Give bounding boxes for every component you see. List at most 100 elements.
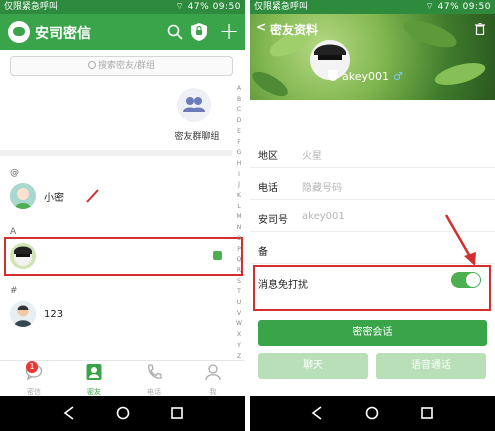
- alphabet-index-letter[interactable]: K: [234, 191, 244, 202]
- alphabet-index-letter[interactable]: P: [234, 245, 244, 256]
- highlight-box: [4, 237, 243, 276]
- app-header: 安司密信 +: [0, 14, 245, 50]
- info-row-region: 地区 火星: [250, 138, 495, 168]
- contact-profile-screen: 仅限紧急呼叫 ⌔ 47% 09:50 < 密友资料 akey001 ♂ 地区 火…: [250, 0, 495, 431]
- chat-button[interactable]: 聊天: [258, 353, 368, 379]
- wifi-icon: ⌔: [175, 2, 185, 12]
- battery-text: 47%: [187, 2, 210, 12]
- carrier-text: 仅限紧急呼叫: [254, 2, 309, 12]
- alphabet-index[interactable]: ABCDEFGHIJKLMNOPQRSTUVWXYZ#: [234, 84, 244, 373]
- nav-back-icon[interactable]: [310, 406, 324, 420]
- avatar: [10, 183, 36, 209]
- group-chat-button[interactable]: [174, 88, 214, 122]
- add-icon[interactable]: +: [219, 17, 239, 45]
- alphabet-index-letter[interactable]: O: [234, 234, 244, 245]
- app-logo-icon: [8, 21, 30, 43]
- alphabet-index-letter[interactable]: U: [234, 298, 244, 309]
- nav-home-icon[interactable]: [365, 406, 379, 420]
- alphabet-index-letter[interactable]: C: [234, 105, 244, 116]
- clock-text: 09:50: [462, 2, 491, 12]
- alphabet-index-letter[interactable]: Q: [234, 255, 244, 266]
- carrier-text: 仅限紧急呼叫: [4, 2, 59, 12]
- shield-icon[interactable]: [190, 22, 208, 42]
- info-label: 地区: [258, 151, 278, 162]
- section-header-at: @: [10, 168, 19, 178]
- spacer: [250, 100, 495, 138]
- status-bar: 仅限紧急呼叫 ⌔ 47% 09:50: [0, 0, 245, 14]
- section-header-a: A: [10, 227, 17, 237]
- voice-call-button[interactable]: 语音通话: [376, 353, 486, 379]
- arrow-icon: [86, 189, 99, 203]
- alphabet-index-letter[interactable]: L: [234, 202, 244, 213]
- highlight-box: [253, 265, 491, 311]
- tab-phone[interactable]: 电话: [134, 363, 174, 397]
- person-icon: [205, 364, 221, 381]
- nav-home-icon[interactable]: [116, 406, 130, 420]
- alphabet-index-letter[interactable]: X: [234, 330, 244, 341]
- unread-badge: 1: [26, 361, 38, 373]
- alphabet-index-letter[interactable]: I: [234, 170, 244, 181]
- nav-recent-icon[interactable]: [420, 406, 434, 420]
- alphabet-index-letter[interactable]: R: [234, 266, 244, 277]
- nav-back-icon[interactable]: [62, 406, 76, 420]
- contact-row-123[interactable]: 123: [0, 298, 232, 328]
- tab-contacts[interactable]: 密友: [74, 363, 114, 397]
- screenshot-root: 仅限紧急呼叫 ⌔ 47% 09:50 安司密信 + 搜索密友/群组 密友群聊组 …: [0, 0, 495, 431]
- info-value: 火星: [302, 151, 322, 162]
- alphabet-index-letter[interactable]: M: [234, 212, 244, 223]
- alphabet-index-letter[interactable]: H: [234, 159, 244, 170]
- profile-header: < 密友资料: [250, 14, 495, 46]
- page-title: 密友资料: [270, 23, 319, 37]
- android-nav-bar: [250, 396, 495, 431]
- alphabet-index-letter[interactable]: T: [234, 287, 244, 298]
- info-label: 备: [258, 247, 268, 258]
- secret-chat-button[interactable]: 密密会话: [258, 320, 487, 346]
- group-icon: [177, 88, 211, 122]
- delete-icon[interactable]: [475, 23, 485, 35]
- info-value: 隐藏号码: [302, 183, 342, 194]
- nav-recent-icon[interactable]: [170, 406, 184, 420]
- search-small-icon: [87, 61, 96, 69]
- alphabet-index-letter[interactable]: F: [234, 138, 244, 149]
- alphabet-index-letter[interactable]: N: [234, 223, 244, 234]
- alphabet-index-letter[interactable]: B: [234, 95, 244, 106]
- divider: [0, 150, 232, 156]
- tab-messages[interactable]: 1 密信: [14, 361, 54, 397]
- battery-text: 47%: [437, 2, 460, 12]
- contact-name: 小密: [44, 193, 64, 204]
- status-bar: 仅限紧急呼叫 ⌔ 47% 09:50: [250, 0, 495, 14]
- alphabet-index-letter[interactable]: E: [234, 127, 244, 138]
- contact-row-xiaomi[interactable]: 小密: [0, 180, 232, 210]
- alphabet-index-letter[interactable]: S: [234, 277, 244, 288]
- alphabet-index-letter[interactable]: A: [234, 84, 244, 95]
- info-label: 电话: [258, 183, 278, 194]
- info-label: 安司号: [258, 215, 288, 226]
- clock-text: 09:50: [212, 2, 241, 12]
- tab-me[interactable]: 我: [193, 363, 233, 397]
- alphabet-index-letter[interactable]: G: [234, 148, 244, 159]
- arrow-icon: [444, 214, 476, 266]
- app-title: 安司密信: [35, 26, 91, 42]
- group-chat-label: 密友群聊组: [174, 132, 220, 142]
- contacts-screen: 仅限紧急呼叫 ⌔ 47% 09:50 安司密信 + 搜索密友/群组 密友群聊组 …: [0, 0, 245, 431]
- verified-shield-icon: [328, 70, 338, 81]
- search-icon[interactable]: [166, 23, 184, 41]
- avatar: [10, 301, 36, 327]
- back-button[interactable]: <: [256, 20, 266, 34]
- alphabet-index-letter[interactable]: Y: [234, 341, 244, 352]
- info-row-phone: 电话 隐藏号码: [250, 170, 495, 200]
- android-nav-bar: [0, 396, 245, 431]
- alphabet-index-letter[interactable]: W: [234, 319, 244, 330]
- profile-name: akey001: [342, 70, 389, 83]
- alphabet-index-letter[interactable]: V: [234, 309, 244, 320]
- search-input[interactable]: 搜索密友/群组: [10, 56, 233, 76]
- section-header-hash: #: [10, 286, 18, 296]
- contact-name: 123: [44, 309, 64, 320]
- alphabet-index-letter[interactable]: J: [234, 180, 244, 191]
- contact-card-icon: [86, 364, 102, 380]
- profile-name-row: akey001 ♂: [328, 70, 403, 83]
- wifi-icon: ⌔: [425, 2, 435, 12]
- phone-icon: [148, 364, 162, 379]
- alphabet-index-letter[interactable]: D: [234, 116, 244, 127]
- info-value: akey001: [302, 211, 345, 222]
